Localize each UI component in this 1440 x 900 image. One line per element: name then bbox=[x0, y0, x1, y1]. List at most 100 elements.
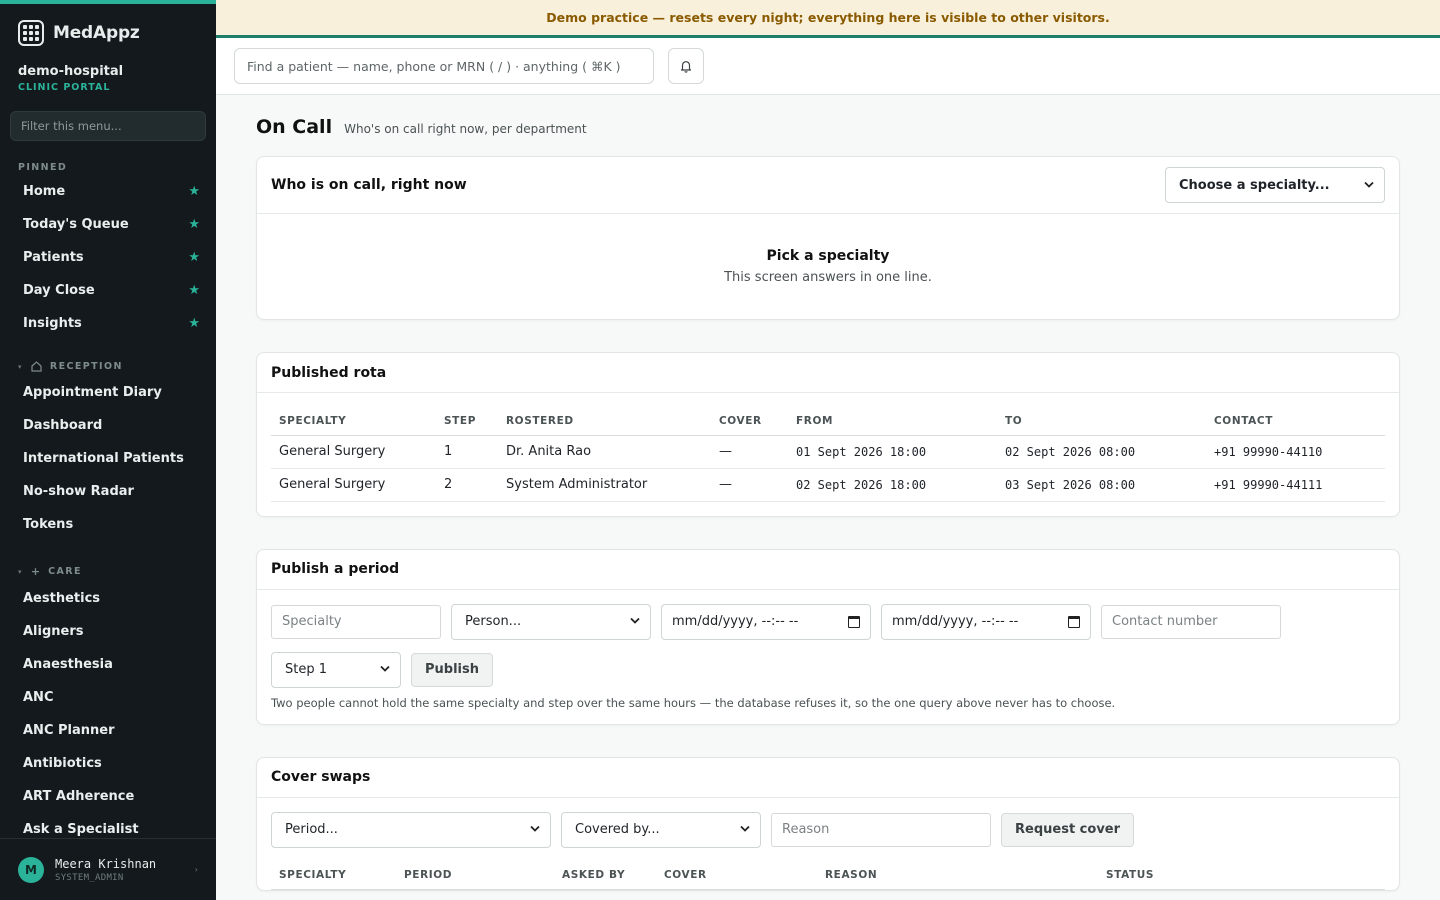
rota-table-wrap: SPECIALTY STEP ROSTERED COVER FROM TO CO… bbox=[257, 393, 1399, 516]
card-title: Who is on call, right now bbox=[271, 177, 467, 193]
sidebar-item-anc[interactable]: ANC bbox=[0, 681, 216, 714]
sidebar-item-anaesthesia[interactable]: Anaesthesia bbox=[0, 648, 216, 681]
sidebar-item-day-close[interactable]: Day Close ★ bbox=[0, 274, 216, 307]
period-select[interactable]: Period... bbox=[271, 811, 551, 848]
user-name: Meera Krishnan bbox=[55, 856, 157, 871]
cell-to: 03 Sept 2026 08:00 bbox=[997, 468, 1206, 502]
care-group-toggle[interactable]: ▾ + CARE bbox=[0, 565, 216, 578]
sidebar-item-label: Anaesthesia bbox=[23, 657, 113, 672]
empty-state-subtitle: This screen answers in one line. bbox=[724, 270, 932, 285]
caret-down-icon: ▾ bbox=[18, 362, 23, 371]
swaps-table: SPECIALTY PERIOD ASKED BY COVER REASON S… bbox=[271, 861, 1385, 890]
covered-by-select-value: Covered by... bbox=[575, 822, 660, 837]
star-icon[interactable]: ★ bbox=[188, 217, 200, 232]
card-title: Cover swaps bbox=[271, 769, 371, 785]
publish-period-card: Publish a period Specialty Person... mm/… bbox=[256, 548, 1400, 725]
step-select[interactable]: Step 1 bbox=[271, 651, 401, 688]
sidebar-item-home[interactable]: Home ★ bbox=[0, 175, 216, 208]
sidebar-item-no-show-radar[interactable]: No-show Radar bbox=[0, 475, 216, 508]
sidebar-item-international-patients[interactable]: International Patients bbox=[0, 442, 216, 475]
contact-number-input[interactable]: Contact number bbox=[1101, 604, 1281, 639]
covered-by-select[interactable]: Covered by... bbox=[561, 811, 761, 848]
specialty-input[interactable]: Specialty bbox=[271, 604, 441, 639]
menu-filter[interactable] bbox=[10, 111, 206, 141]
calendar-icon[interactable] bbox=[848, 615, 860, 628]
column-header: COVER bbox=[656, 861, 817, 890]
specialty-select[interactable]: Choose a specialty... bbox=[1165, 167, 1385, 203]
publish-form: Specialty Person... mm/dd/yyyy, --:-- --… bbox=[257, 590, 1399, 724]
sidebar-item-label: Aligners bbox=[23, 624, 84, 639]
patient-search-input[interactable] bbox=[247, 58, 641, 74]
cover-swaps-card: Cover swaps Period... Covered by... Reas… bbox=[256, 756, 1400, 891]
person-select[interactable]: Person... bbox=[451, 603, 651, 640]
star-icon[interactable]: ★ bbox=[188, 184, 200, 199]
care-list: Aesthetics Aligners Anaesthesia ANC ANC … bbox=[0, 582, 216, 846]
cell-rostered: Dr. Anita Rao bbox=[498, 435, 711, 469]
star-icon[interactable]: ★ bbox=[188, 316, 200, 331]
card-header: Publish a period bbox=[257, 550, 1399, 590]
table-row: General Surgery 1 Dr. Anita Rao — 01 Sep… bbox=[271, 435, 1385, 469]
org-subtitle: CLINIC PORTAL bbox=[18, 82, 111, 93]
table-row: General Surgery 2 System Administrator —… bbox=[271, 468, 1385, 502]
sidebar-item-tokens[interactable]: Tokens bbox=[0, 508, 216, 541]
cell-contact: +91 99990-44111 bbox=[1206, 468, 1385, 502]
sidebar-item-anc-planner[interactable]: ANC Planner bbox=[0, 714, 216, 747]
star-icon[interactable]: ★ bbox=[188, 250, 200, 265]
sidebar-item-insights[interactable]: Insights ★ bbox=[0, 307, 216, 340]
sidebar-item-aesthetics[interactable]: Aesthetics bbox=[0, 582, 216, 615]
column-header: SPECIALTY bbox=[271, 861, 396, 890]
sidebar-item-patients[interactable]: Patients ★ bbox=[0, 241, 216, 274]
notifications-button[interactable] bbox=[668, 48, 704, 84]
user-menu[interactable]: M Meera Krishnan SYSTEM_ADMIN › bbox=[0, 838, 216, 900]
pinned-label: PINNED bbox=[0, 162, 216, 173]
card-title: Published rota bbox=[271, 364, 387, 381]
sidebar-item-label: ANC bbox=[23, 690, 54, 705]
column-header: CONTACT bbox=[1206, 407, 1385, 436]
from-datetime-input[interactable]: mm/dd/yyyy, --:-- -- bbox=[661, 603, 871, 640]
column-header: ROSTERED bbox=[498, 407, 711, 436]
swaps-form-row: Period... Covered by... Reason Request c… bbox=[271, 811, 1385, 848]
org-info: demo-hospital CLINIC PORTAL bbox=[0, 48, 216, 93]
page-subtitle: Who's on call right now, per department bbox=[344, 122, 587, 136]
published-rota-card: Published rota SPECIALTY STEP ROSTERED C… bbox=[256, 352, 1400, 517]
table-header-row: SPECIALTY PERIOD ASKED BY COVER REASON S… bbox=[271, 861, 1385, 890]
menu-filter-input[interactable] bbox=[21, 119, 195, 133]
pinned-label-text: PINNED bbox=[18, 162, 68, 173]
column-header: REASON bbox=[817, 861, 1098, 890]
sidebar-item-art-adherence[interactable]: ART Adherence bbox=[0, 780, 216, 813]
sidebar-item-label: Dashboard bbox=[23, 418, 103, 433]
rota-table: SPECIALTY STEP ROSTERED COVER FROM TO CO… bbox=[271, 407, 1385, 502]
page-header: On Call Who's on call right now, per dep… bbox=[256, 116, 1400, 138]
cell-from: 02 Sept 2026 18:00 bbox=[788, 468, 997, 502]
sidebar-item-dashboard[interactable]: Dashboard bbox=[0, 409, 216, 442]
calendar-icon[interactable] bbox=[1068, 615, 1080, 628]
demo-banner: Demo practice — resets every night; ever… bbox=[216, 0, 1440, 38]
sidebar-item-label: Appointment Diary bbox=[23, 385, 162, 400]
avatar: M bbox=[18, 856, 44, 883]
sidebar-item-antibiotics[interactable]: Antibiotics bbox=[0, 747, 216, 780]
sidebar-item-appointment-diary[interactable]: Appointment Diary bbox=[0, 376, 216, 409]
sidebar-item-label: Day Close bbox=[23, 283, 95, 298]
sidebar-item-label: Today's Queue bbox=[23, 217, 129, 232]
column-header: FROM bbox=[788, 407, 997, 436]
publish-button[interactable]: Publish bbox=[411, 652, 493, 687]
sidebar-item-todays-queue[interactable]: Today's Queue ★ bbox=[0, 208, 216, 241]
to-datetime-value: mm/dd/yyyy, --:-- -- bbox=[892, 614, 1019, 629]
reception-group-toggle[interactable]: ▾ RECEPTION bbox=[0, 361, 216, 372]
card-header: Cover swaps bbox=[257, 758, 1399, 798]
home-icon bbox=[31, 361, 42, 372]
cell-cover: — bbox=[711, 468, 788, 502]
demo-banner-text: Demo practice — resets every night; ever… bbox=[546, 10, 1110, 25]
care-label: CARE bbox=[48, 566, 82, 577]
plus-icon: + bbox=[30, 565, 41, 578]
reason-input[interactable]: Reason bbox=[771, 812, 991, 847]
to-datetime-input[interactable]: mm/dd/yyyy, --:-- -- bbox=[881, 603, 1091, 640]
column-header: STATUS bbox=[1098, 861, 1385, 890]
chevron-down-icon bbox=[740, 824, 750, 835]
sidebar-item-aligners[interactable]: Aligners bbox=[0, 615, 216, 648]
patient-search[interactable] bbox=[234, 48, 654, 84]
star-icon[interactable]: ★ bbox=[188, 283, 200, 298]
org-name: demo-hospital bbox=[18, 64, 124, 79]
request-cover-button[interactable]: Request cover bbox=[1001, 812, 1135, 847]
brand[interactable]: MedAppz bbox=[0, 4, 216, 48]
